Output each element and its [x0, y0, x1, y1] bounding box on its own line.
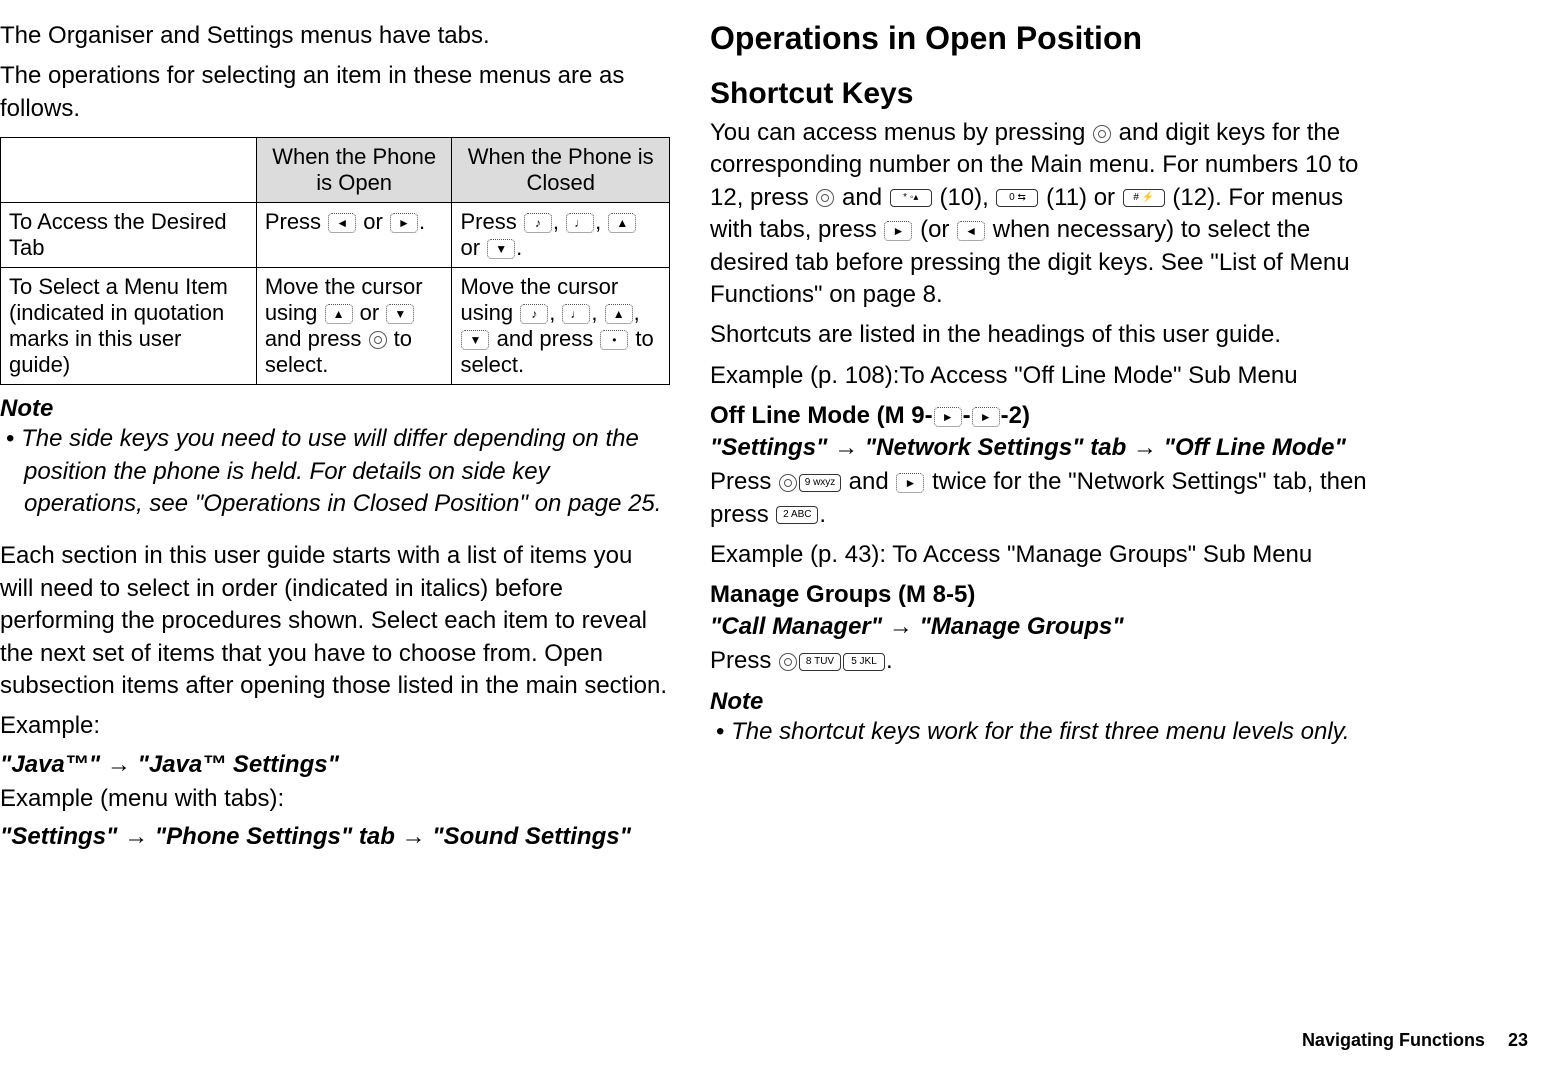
example-label: Example: [0, 710, 670, 742]
two-key-icon: 2 ABC [776, 506, 818, 524]
side-key-icon: ♩ [562, 304, 590, 324]
manage-groups-path: "Call Manager" → "Manage Groups" [710, 613, 1390, 641]
operations-table: When the Phone is Open When the Phone is… [0, 137, 670, 385]
center-key-icon [1093, 125, 1111, 143]
row2-open: Move the cursor using ▲ or ▼ and press t… [256, 268, 452, 385]
page-title: Operations in Open Position [710, 20, 1390, 57]
nine-key-icon: 9 wxyz [799, 474, 841, 492]
down-key-icon: ▼ [487, 239, 515, 259]
table-header-empty [1, 138, 257, 203]
shortcuts-listed: Shortcuts are listed in the headings of … [710, 319, 1390, 351]
down-key-icon: ▼ [461, 330, 489, 350]
note-heading: Note [0, 395, 670, 423]
right-key-icon: ► [390, 213, 418, 233]
footer-title: Navigating Functions [1302, 1030, 1485, 1050]
eight-key-icon: 8 TUV [799, 653, 841, 671]
side-key-icon: ♪ [520, 304, 548, 324]
example-settings: "Settings" → "Phone Settings" tab → "Sou… [0, 823, 670, 851]
center-key-icon [779, 653, 797, 671]
up-key-icon: ▲ [325, 304, 353, 324]
intro-text-1: The Organiser and Settings menus have ta… [0, 20, 670, 52]
shortcut-description: You can access menus by pressing and dig… [710, 117, 1390, 311]
left-key-icon: ◄ [328, 213, 356, 233]
five-key-icon: 5 JKL [843, 653, 885, 671]
example-tabs-label: Example (menu with tabs): [0, 783, 670, 815]
dot-key-icon: • [600, 330, 628, 350]
zero-key-icon: 0 ⇆ [996, 189, 1038, 207]
row1-open: Press ◄ or ►. [256, 203, 452, 268]
footer-page-number: 23 [1508, 1030, 1528, 1050]
hash-key-icon: # ⚡ [1123, 189, 1165, 207]
right-key-icon: ► [934, 407, 962, 427]
side-key-icon: ♩ [566, 213, 594, 233]
example-java: "Java™" → "Java™ Settings" [0, 751, 670, 779]
example-43: Example (p. 43): To Access "Manage Group… [710, 539, 1390, 571]
right-key-icon: ► [884, 221, 912, 241]
guide-paragraph: Each section in this user guide starts w… [0, 540, 670, 702]
offline-instructions: Press 9 wxyz and ► twice for the "Networ… [710, 466, 1390, 531]
left-key-icon: ◄ [957, 221, 985, 241]
table-header-open: When the Phone is Open [256, 138, 452, 203]
side-key-icon: ♪ [524, 213, 552, 233]
table-header-closed: When the Phone is Closed [452, 138, 670, 203]
center-key-icon [369, 331, 387, 349]
down-key-icon: ▼ [386, 304, 414, 324]
offline-mode-path: "Settings" → "Network Settings" tab → "O… [710, 434, 1390, 462]
row1-closed: Press ♪, ♩, ▲ or ▼. [452, 203, 670, 268]
right-key-icon: ► [896, 473, 924, 493]
table-row: To Select a Menu Item (indicated in quot… [1, 268, 670, 385]
table-row: To Access the Desired Tab Press ◄ or ►. … [1, 203, 670, 268]
right-key-icon: ► [972, 407, 1000, 427]
manage-groups-heading: Manage Groups (M 8-5) [710, 581, 1390, 609]
up-key-icon: ▲ [608, 213, 636, 233]
manage-groups-instructions: Press 8 TUV5 JKL. [710, 645, 1390, 677]
offline-mode-heading: Off Line Mode (M 9-►-►-2) [710, 402, 1390, 430]
note-heading: Note [710, 688, 1390, 716]
example-108: Example (p. 108):To Access "Off Line Mod… [710, 360, 1390, 392]
shortcut-keys-heading: Shortcut Keys [710, 77, 1390, 111]
row2-closed: Move the cursor using ♪, ♩, ▲, ▼ and pre… [452, 268, 670, 385]
note-body: The shortcut keys work for the first thr… [710, 716, 1390, 748]
row2-label: To Select a Menu Item (indicated in quot… [1, 268, 257, 385]
center-key-icon [816, 189, 834, 207]
star-key-icon: * ◦▴ [890, 189, 932, 207]
row1-label: To Access the Desired Tab [1, 203, 257, 268]
intro-text-2: The operations for selecting an item in … [0, 60, 670, 125]
center-key-icon [779, 474, 797, 492]
page-footer: Navigating Functions 23 [1302, 1030, 1528, 1051]
note-body: The side keys you need to use will diffe… [0, 423, 670, 520]
up-key-icon: ▲ [605, 304, 633, 324]
